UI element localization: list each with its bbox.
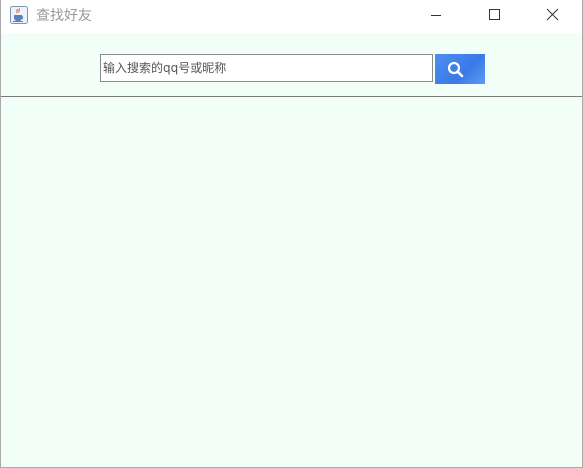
window-title: 查找好友 (36, 8, 92, 24)
java-cup-icon (10, 6, 28, 24)
minimize-icon (431, 15, 441, 16)
maximize-icon (489, 9, 500, 20)
close-icon (546, 8, 559, 21)
close-button[interactable] (523, 0, 581, 32)
search-button[interactable] (435, 54, 485, 84)
search-icon (447, 61, 464, 78)
find-friend-window: 查找好友 (0, 0, 583, 468)
maximize-button[interactable] (465, 0, 523, 32)
title-bar[interactable]: 查找好友 (1, 0, 582, 33)
search-bar (1, 33, 582, 96)
search-input[interactable] (100, 54, 433, 82)
search-results-panel[interactable] (1, 97, 582, 467)
minimize-button[interactable] (407, 0, 465, 32)
